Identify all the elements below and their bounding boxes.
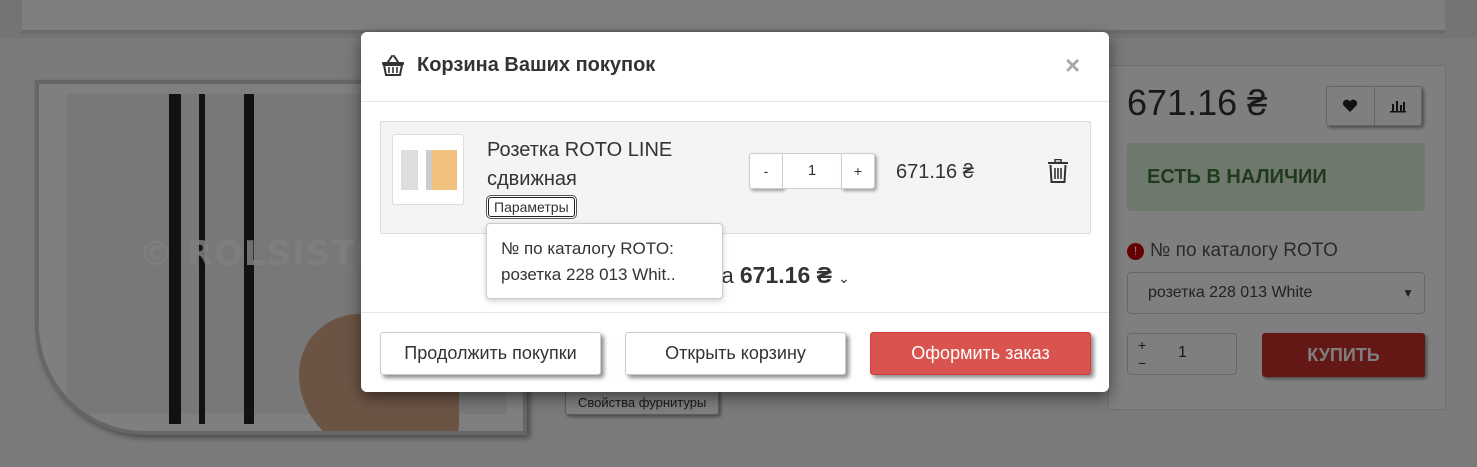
modal-footer: Продолжить покупки Открыть корзину Оформ… bbox=[361, 312, 1109, 392]
quantity-stepper: - 1 + bbox=[749, 153, 875, 189]
open-cart-button[interactable]: Открыть корзину bbox=[625, 332, 846, 375]
thumbnail-image bbox=[401, 150, 457, 190]
quantity-input[interactable]: 1 bbox=[783, 153, 841, 189]
basket-icon bbox=[382, 55, 404, 76]
close-icon[interactable]: × bbox=[1065, 52, 1080, 78]
checkout-button[interactable]: Оформить заказ bbox=[870, 332, 1091, 375]
cart-total: 671.16 ₴ bbox=[739, 262, 832, 288]
increase-quantity-button[interactable]: + bbox=[841, 153, 875, 189]
cart-item-thumbnail[interactable] bbox=[392, 134, 464, 205]
continue-shopping-button[interactable]: Продолжить покупки bbox=[380, 332, 601, 375]
tooltip-line: № по каталогу ROTO: bbox=[501, 239, 674, 258]
chevron-down-icon: ⌄ bbox=[837, 270, 850, 286]
cart-item-name[interactable]: Розетка ROTO LINE сдвижная bbox=[487, 136, 707, 194]
parameters-tooltip: № по каталогу ROTO: розетка 228 013 Whit… bbox=[486, 223, 723, 299]
modal-title: Корзина Ваших покупок bbox=[417, 54, 656, 76]
trash-icon[interactable] bbox=[1047, 159, 1069, 183]
cart-item-row: Розетка ROTO LINE сдвижная Параметры - 1… bbox=[380, 121, 1091, 234]
modal-header: Корзина Ваших покупок × bbox=[361, 32, 1109, 102]
cart-item-price: 671.16 ₴ bbox=[896, 161, 974, 183]
cart-modal: Корзина Ваших покупок × Розетка ROTO LIN… bbox=[361, 32, 1109, 392]
parameters-button[interactable]: Параметры bbox=[488, 197, 575, 217]
tooltip-line: розетка 228 013 Whit.. bbox=[501, 265, 676, 284]
decrease-quantity-button[interactable]: - bbox=[749, 153, 783, 189]
